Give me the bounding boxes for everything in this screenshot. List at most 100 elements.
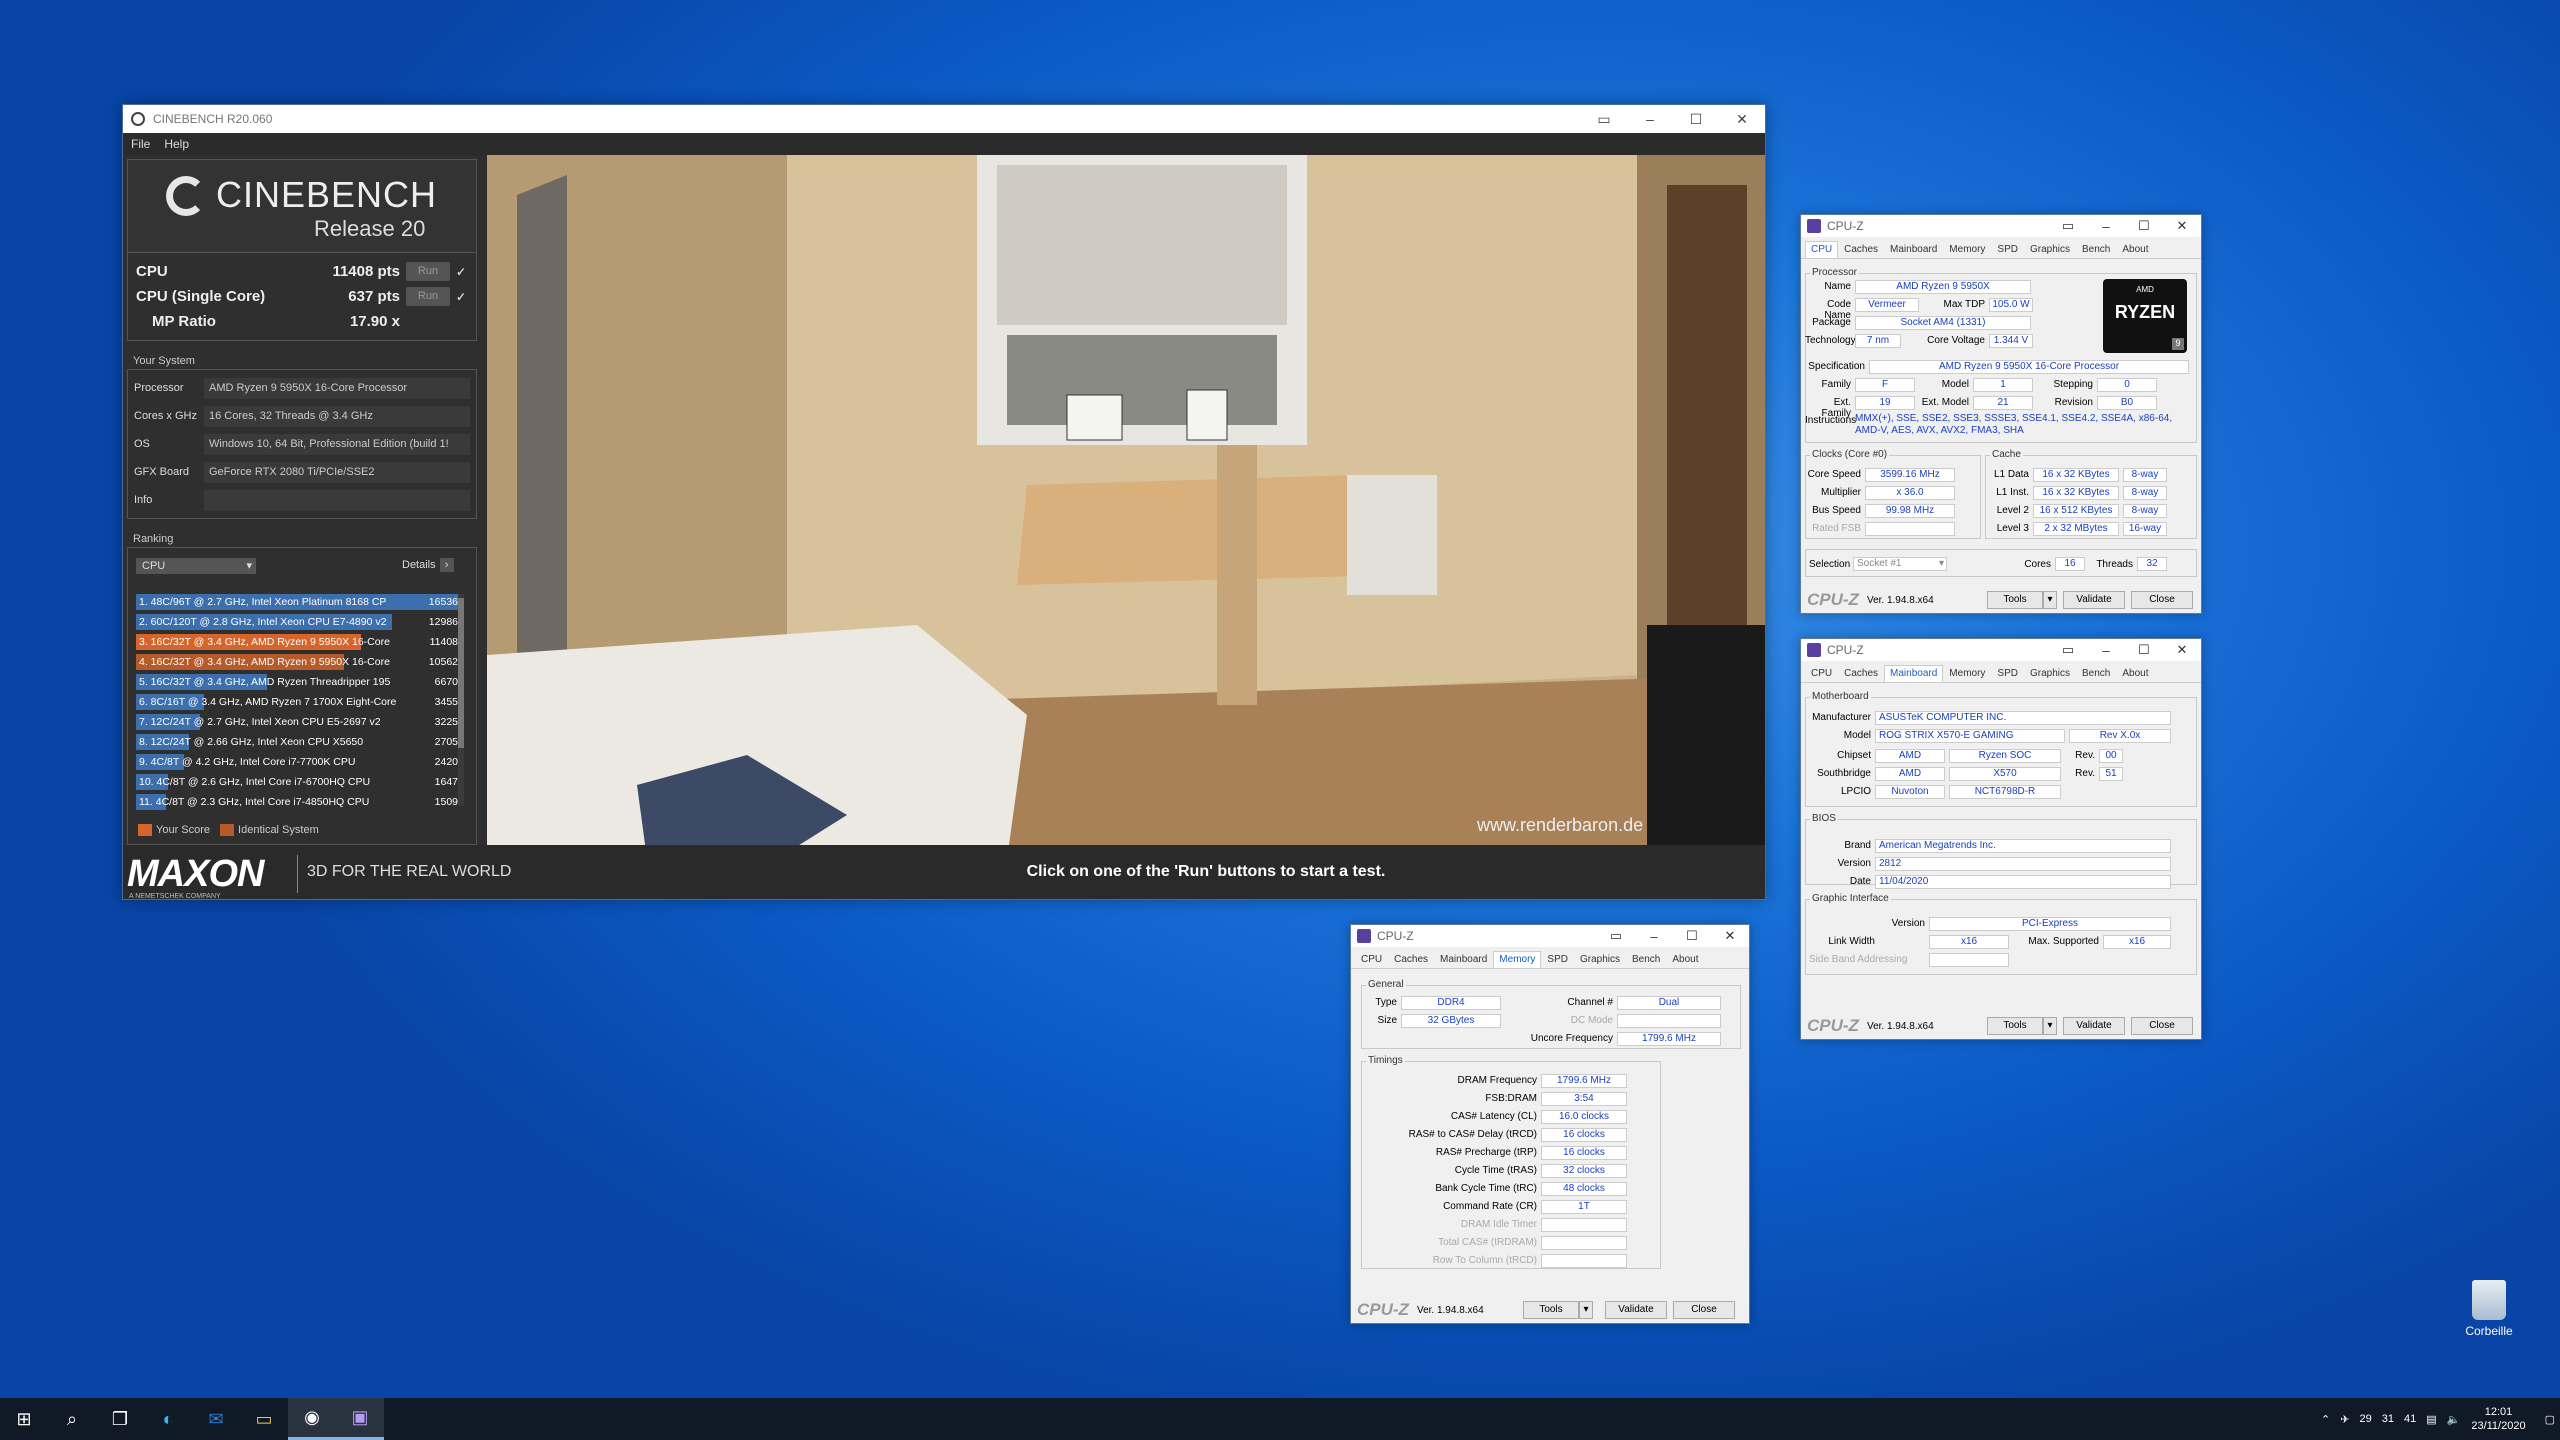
tab-memory[interactable]: Memory — [1493, 951, 1542, 968]
tray-num[interactable]: 31 — [2382, 1413, 2394, 1425]
restore-small-icon[interactable]: ▭ — [2049, 218, 2087, 234]
run-cpu-button[interactable]: Run — [406, 262, 450, 281]
menu-file[interactable]: File — [131, 137, 150, 151]
restore-small-icon[interactable]: ▭ — [2049, 642, 2087, 658]
tools-dropdown-icon[interactable]: ▾ — [1579, 1301, 1593, 1319]
ranking-select[interactable]: CPU ▾ — [136, 558, 256, 574]
outlook-icon[interactable]: ✉ — [192, 1398, 240, 1440]
tab-bench[interactable]: Bench — [2076, 241, 2116, 258]
minimize-button[interactable]: – — [2087, 643, 2125, 658]
tab-caches[interactable]: Caches — [1838, 665, 1884, 682]
minimize-button[interactable]: – — [2087, 219, 2125, 234]
label: Package — [1812, 317, 1851, 328]
ranking-list[interactable]: 1. 48C/96T @ 2.7 GHz, Intel Xeon Platinu… — [136, 592, 462, 812]
close-button[interactable]: ✕ — [1711, 928, 1749, 944]
validate-button[interactable]: Validate — [2063, 591, 2125, 609]
tab-memory[interactable]: Memory — [1943, 241, 1991, 258]
tab-caches[interactable]: Caches — [1388, 951, 1434, 968]
ranking-item[interactable]: 11. 4C/8T @ 2.3 GHz, Intel Core i7-4850H… — [136, 792, 462, 812]
sys-row: Processor AMD Ryzen 9 5950X 16-Core Proce… — [134, 374, 470, 402]
restore-small-icon[interactable]: ▭ — [1581, 111, 1627, 128]
tab-spd[interactable]: SPD — [1541, 951, 1574, 968]
tab-bench[interactable]: Bench — [2076, 665, 2116, 682]
ranking-item[interactable]: 5. 16C/32T @ 3.4 GHz, AMD Ryzen Threadri… — [136, 672, 462, 692]
tab-cpu[interactable]: CPU — [1805, 665, 1838, 682]
check-icon[interactable]: ✓ — [454, 290, 468, 304]
socket-select[interactable]: Socket #1 ▾ — [1853, 557, 1947, 571]
validate-button[interactable]: Validate — [1605, 1301, 1667, 1319]
ranking-item[interactable]: 9. 4C/8T @ 4.2 GHz, Intel Core i7-7700K … — [136, 752, 462, 772]
tools-dropdown-icon[interactable]: ▾ — [2043, 591, 2057, 609]
minimize-button[interactable]: – — [1627, 111, 1673, 127]
ranking-item[interactable]: 4. 16C/32T @ 3.4 GHz, AMD Ryzen 9 5950X … — [136, 652, 462, 672]
tab-spd[interactable]: SPD — [1991, 665, 2024, 682]
tab-mainboard[interactable]: Mainboard — [1434, 951, 1493, 968]
tab-cpu[interactable]: CPU — [1355, 951, 1388, 968]
tools-button[interactable]: Tools — [1987, 591, 2043, 609]
label: Threads — [2096, 559, 2133, 570]
clock[interactable]: 12:01 23/11/2020 — [2471, 1405, 2525, 1433]
tab-spd[interactable]: SPD — [1991, 241, 2024, 258]
sys-value[interactable] — [204, 489, 470, 511]
recycle-bin[interactable]: Corbeille — [2458, 1280, 2520, 1338]
cinebench-taskbar-icon[interactable]: ◉ — [288, 1398, 336, 1440]
tab-about[interactable]: About — [1666, 951, 1704, 968]
ranking-item[interactable]: 2. 60C/120T @ 2.8 GHz, Intel Xeon CPU E7… — [136, 612, 462, 632]
notification-icon[interactable]: ▢ — [2545, 1413, 2555, 1426]
maximize-button[interactable]: ☐ — [1673, 111, 1719, 128]
cpuz-taskbar-icon[interactable]: ▣ — [336, 1398, 384, 1440]
close-app-button[interactable]: Close — [2131, 591, 2193, 609]
ranking-item[interactable]: 6. 8C/16T @ 3.4 GHz, AMD Ryzen 7 1700X E… — [136, 692, 462, 712]
ranking-item[interactable]: 7. 12C/24T @ 2.7 GHz, Intel Xeon CPU E5-… — [136, 712, 462, 732]
tab-memory[interactable]: Memory — [1943, 665, 1991, 682]
tab-mainboard[interactable]: Mainboard — [1884, 241, 1943, 258]
maximize-button[interactable]: ☐ — [1673, 928, 1711, 944]
cpuz-version: Ver. 1.94.8.x64 — [1866, 1020, 1934, 1032]
windows-start-icon[interactable]: ⊞ — [0, 1398, 48, 1440]
chevron-up-icon[interactable]: ⌃ — [2321, 1413, 2330, 1426]
tray-num[interactable]: 41 — [2404, 1413, 2416, 1425]
restore-small-icon[interactable]: ▭ — [1597, 928, 1635, 944]
total-cas — [1541, 1236, 1627, 1250]
network-icon[interactable]: ▤ — [2426, 1413, 2436, 1426]
ranking-item[interactable]: 3. 16C/32T @ 3.4 GHz, AMD Ryzen 9 5950X … — [136, 632, 462, 652]
ranking-item[interactable]: 10. 4C/8T @ 2.6 GHz, Intel Core i7-6700H… — [136, 772, 462, 792]
maximize-button[interactable]: ☐ — [2125, 642, 2163, 658]
tools-dropdown-icon[interactable]: ▾ — [2043, 1017, 2057, 1035]
task-view-icon[interactable]: ❐ — [96, 1398, 144, 1440]
search-icon[interactable]: ⌕ — [48, 1398, 96, 1440]
tab-mainboard[interactable]: Mainboard — [1884, 665, 1944, 682]
tray-icon[interactable]: ✈ — [2340, 1413, 2349, 1426]
run-single-button[interactable]: Run — [406, 287, 450, 306]
volume-icon[interactable]: 🔈 — [2447, 1413, 2461, 1426]
tab-about[interactable]: About — [2116, 241, 2154, 258]
minimize-button[interactable]: – — [1635, 929, 1673, 944]
maximize-button[interactable]: ☐ — [2125, 218, 2163, 234]
close-button[interactable]: ✕ — [1719, 111, 1765, 128]
tools-button[interactable]: Tools — [1523, 1301, 1579, 1319]
menu-help[interactable]: Help — [164, 137, 189, 151]
close-app-button[interactable]: Close — [1673, 1301, 1735, 1319]
tab-graphics[interactable]: Graphics — [1574, 951, 1626, 968]
validate-button[interactable]: Validate — [2063, 1017, 2125, 1035]
tab-about[interactable]: About — [2116, 665, 2154, 682]
l1-inst: 16 x 32 KBytes — [2033, 486, 2119, 500]
tab-cpu[interactable]: CPU — [1805, 241, 1839, 258]
tools-button[interactable]: Tools — [1987, 1017, 2043, 1035]
edge-icon[interactable]: ◐ — [144, 1398, 192, 1440]
tab-graphics[interactable]: Graphics — [2024, 241, 2076, 258]
close-app-button[interactable]: Close — [2131, 1017, 2193, 1035]
tab-caches[interactable]: Caches — [1838, 241, 1884, 258]
tab-bench[interactable]: Bench — [1626, 951, 1666, 968]
ranking-item[interactable]: 1. 48C/96T @ 2.7 GHz, Intel Xeon Platinu… — [136, 592, 462, 612]
details-toggle[interactable]: Details › — [402, 558, 454, 572]
close-button[interactable]: ✕ — [2163, 642, 2201, 658]
file-explorer-icon[interactable]: ▭ — [240, 1398, 288, 1440]
check-icon[interactable]: ✓ — [454, 265, 468, 279]
tab-strip: CPU Caches Mainboard Memory SPD Graphics Bench… — [1801, 237, 2201, 259]
details-arrow-icon[interactable]: › — [439, 558, 454, 572]
tray-num[interactable]: 29 — [2359, 1413, 2371, 1425]
tab-graphics[interactable]: Graphics — [2024, 665, 2076, 682]
close-button[interactable]: ✕ — [2163, 218, 2201, 234]
ranking-item[interactable]: 8. 12C/24T @ 2.66 GHz, Intel Xeon CPU X5… — [136, 732, 462, 752]
